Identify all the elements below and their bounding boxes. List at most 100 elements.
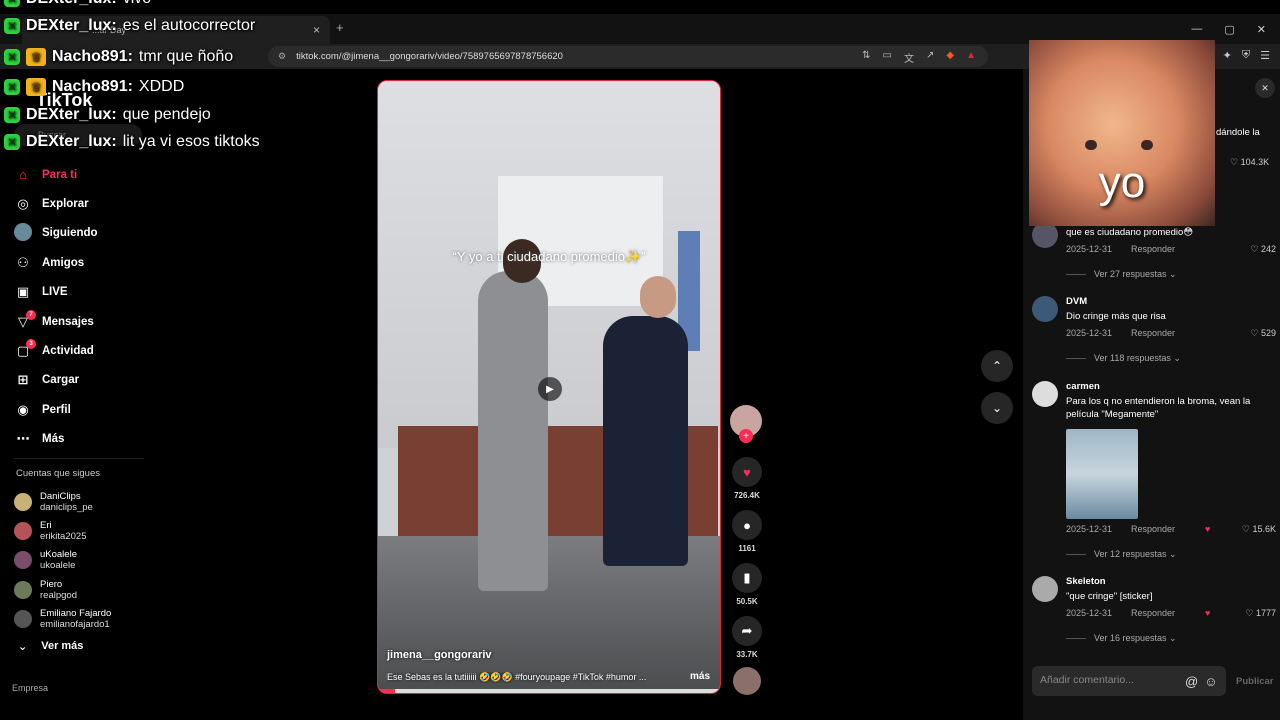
comment-like-button[interactable]: ♡ 529: [1250, 328, 1276, 339]
creator-liked-icon: ♥: [1205, 608, 1211, 618]
comment-author[interactable]: carmen: [1066, 381, 1276, 392]
comment-text: que es ciudadano promedio😳: [1066, 227, 1194, 238]
sidebar-item-cargar[interactable]: ⊞ Cargar: [14, 366, 154, 395]
avatar[interactable]: [1032, 381, 1058, 407]
creator-avatar[interactable]: +: [730, 405, 762, 443]
reply-button[interactable]: Responder: [1131, 608, 1201, 618]
sidebar-item-perfil[interactable]: ◉ Perfil: [14, 395, 154, 424]
following-item[interactable]: uKoalele ukoalele: [14, 546, 154, 575]
chat-badge-icon: ✕: [4, 0, 20, 7]
chat-text: que pendejo: [122, 106, 211, 123]
comment-text: Dio cringe más que risa: [1066, 311, 1166, 322]
maximize-icon[interactable]: ▢: [1224, 23, 1234, 36]
share-button[interactable]: ➦ 33.7K: [730, 616, 764, 659]
sidebar-item-actividad[interactable]: ▢ 3 Actividad: [14, 336, 154, 365]
tab-close-icon[interactable]: ×: [313, 23, 320, 37]
sidebar-item-mensajes[interactable]: ▽ 7 Mensajes: [14, 307, 154, 336]
window-close-icon[interactable]: ✕: [1257, 23, 1266, 36]
save-button[interactable]: ▮ 50.5K: [730, 563, 764, 606]
sidebar-item-mas[interactable]: ⋯ Más: [14, 425, 154, 454]
translate-icon[interactable]: 文: [904, 50, 914, 65]
new-tab-icon[interactable]: +: [336, 20, 344, 35]
view-replies-button[interactable]: Ver 12 respuestas ⌄: [1066, 549, 1276, 560]
sidebar-item-label: Cargar: [42, 374, 80, 387]
address-bar[interactable]: ⚙ tiktok.com/@jimena__gongorariv/video/7…: [268, 46, 988, 67]
minimize-icon[interactable]: —: [1191, 23, 1202, 35]
footer-link-empresa[interactable]: Empresa: [12, 683, 48, 693]
following-handle: erikita2025: [40, 530, 87, 542]
webcam-caption: yo: [1098, 158, 1146, 207]
mention-icon[interactable]: @: [1185, 674, 1198, 689]
wallet-icon[interactable]: ⛨: [1242, 49, 1250, 62]
like-button[interactable]: ♥ 726.4K: [730, 457, 764, 500]
site-info-icon[interactable]: ⚙: [278, 51, 286, 62]
video-more-button[interactable]: más: [690, 671, 710, 682]
publish-button[interactable]: Publicar: [1236, 676, 1274, 687]
following-item[interactable]: DaniClips daniclips_pe: [14, 487, 154, 516]
url-actions: ⇅ ▭ 文 ↗ ◆ ▲: [862, 50, 976, 65]
see-more-button[interactable]: ⌄ Ver más: [18, 640, 83, 653]
sidebar-item-label: Siguiendo: [42, 227, 98, 240]
live-icon: ▣: [16, 284, 30, 300]
chat-user: DEXter_lux:: [26, 133, 117, 150]
comment-button[interactable]: ● 1161: [730, 510, 764, 553]
avatar[interactable]: [1032, 296, 1058, 322]
previous-video-button[interactable]: ⌃: [981, 350, 1013, 382]
comment-date: 2025-12-31: [1066, 524, 1113, 534]
follow-plus-icon[interactable]: +: [739, 429, 753, 443]
music-disc-icon[interactable]: [733, 667, 761, 695]
following-handle: ukoalele: [40, 560, 76, 572]
more-icon: ⋯: [16, 431, 30, 447]
reader-icon[interactable]: ⇅: [862, 50, 870, 65]
following-item[interactable]: Eri erikita2025: [14, 516, 154, 545]
comment-like-button[interactable]: ♡ 1777: [1245, 608, 1276, 619]
menu-icon[interactable]: ☰: [1260, 49, 1270, 62]
comment-text: "que cringe" [sticker]: [1066, 591, 1153, 602]
video-player[interactable]: “Y yo a ti ciudadano promedio✨” ▶ jimena…: [377, 80, 721, 694]
next-video-button[interactable]: ⌄: [981, 392, 1013, 424]
sidebar-item-label: Explorar: [42, 198, 89, 211]
following-item[interactable]: Piero realpgod: [14, 575, 154, 604]
sidebar-item-label: Más: [42, 433, 65, 446]
pip-icon[interactable]: ▭: [883, 50, 892, 65]
comment-image[interactable]: [1066, 429, 1138, 519]
divider: [1066, 274, 1086, 275]
sidebar-item-siguiendo[interactable]: Siguiendo: [14, 219, 154, 248]
chat-badge-icon: ✕: [4, 18, 20, 34]
video-caption: “Y yo a ti ciudadano promedio✨”: [452, 249, 646, 264]
comment-input-actions: @ ☺: [1185, 674, 1217, 689]
play-icon[interactable]: ▶: [538, 377, 562, 401]
following-item[interactable]: Emiliano Fajardo emilianofajardo1: [14, 604, 154, 633]
avatar: [14, 609, 32, 628]
friends-icon: ⚇: [17, 254, 29, 270]
sidebar-item-explorar[interactable]: ◎ Explorar: [14, 189, 154, 218]
emoji-icon[interactable]: ☺: [1204, 674, 1217, 689]
reply-button[interactable]: Responder: [1131, 244, 1201, 254]
sidebar-item-para-ti[interactable]: ⌂ Para ti: [14, 160, 154, 189]
avatar[interactable]: [1032, 576, 1058, 602]
rewards-icon[interactable]: ▲: [966, 50, 976, 65]
comment-like-button[interactable]: ♡ 242: [1250, 244, 1276, 255]
comment-likes-partial[interactable]: ♡ 104.3K: [1230, 157, 1269, 168]
view-replies-button[interactable]: Ver 27 respuestas ⌄: [1066, 269, 1276, 280]
view-replies-button[interactable]: Ver 16 respuestas ⌄: [1066, 633, 1276, 644]
view-replies-button[interactable]: Ver 118 respuestas ⌄: [1066, 353, 1276, 364]
avatar: [14, 551, 32, 570]
video-progress-bar[interactable]: [378, 689, 720, 693]
shield-icon[interactable]: ◆: [946, 50, 954, 65]
comment-author[interactable]: Skeleton: [1066, 576, 1276, 587]
divider: [1066, 554, 1086, 555]
extension-icon[interactable]: ✦: [1223, 49, 1232, 62]
reply-button[interactable]: Responder: [1131, 328, 1201, 338]
comment-author[interactable]: DVM: [1066, 296, 1276, 307]
comment-like-button[interactable]: ♡ 15.6K: [1242, 524, 1276, 535]
chevron-down-icon: ⌄: [18, 641, 28, 653]
sidebar-item-live[interactable]: ▣ LIVE: [14, 278, 154, 307]
close-icon[interactable]: ✕: [1255, 78, 1275, 98]
view-replies-label: Ver 12 respuestas ⌄: [1094, 549, 1177, 559]
share-icon[interactable]: ↗: [926, 50, 934, 65]
sidebar-item-amigos[interactable]: ⚇ Amigos: [14, 248, 154, 277]
video-author[interactable]: jimena__gongorariv: [387, 649, 492, 661]
reply-button[interactable]: Responder: [1131, 524, 1201, 534]
profile-icon: ◉: [17, 401, 29, 417]
